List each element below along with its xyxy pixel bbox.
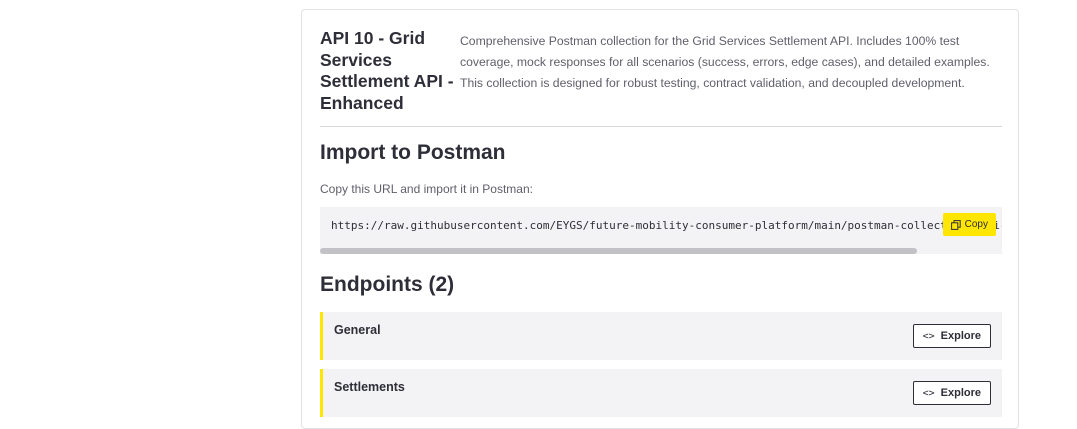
explore-button-label: Explore — [940, 387, 981, 399]
import-section-title: Import to Postman — [320, 141, 506, 164]
explore-general-button[interactable]: <> Explore — [912, 324, 991, 348]
code-icon: <> — [922, 387, 935, 399]
endpoint-item-general: General <> Explore — [320, 312, 1002, 360]
endpoints-section-title: Endpoints (2) — [320, 273, 455, 296]
scrollbar-thumb[interactable] — [320, 248, 917, 254]
api-title: API 10 - Grid Services Settlement API - … — [320, 28, 454, 113]
collection-url[interactable]: https://raw.githubusercontent.com/EYGS/f… — [331, 219, 1002, 232]
copy-button[interactable]: Copy — [942, 213, 996, 236]
endpoint-name: General — [334, 323, 381, 337]
copy-button-label: Copy — [964, 219, 988, 230]
explore-settlements-button[interactable]: <> Explore — [912, 381, 991, 405]
horizontal-scrollbar[interactable] — [320, 247, 1002, 254]
explore-button-label: Explore — [940, 330, 981, 342]
url-code-box[interactable]: https://raw.githubusercontent.com/EYGS/f… — [320, 207, 1002, 254]
api-description: Comprehensive Postman collection for the… — [460, 34, 990, 90]
endpoint-item-settlements: Settlements <> Explore — [320, 369, 1002, 417]
code-icon: <> — [922, 330, 935, 342]
import-instruction: Copy this URL and import it in Postman: — [320, 182, 533, 196]
endpoint-name: Settlements — [334, 380, 405, 394]
api-card: API 10 - Grid Services Settlement API - … — [301, 9, 1019, 429]
copy-icon — [950, 219, 961, 230]
header-divider — [320, 126, 1002, 127]
api-header: API 10 - Grid Services Settlement API - … — [320, 28, 1002, 114]
